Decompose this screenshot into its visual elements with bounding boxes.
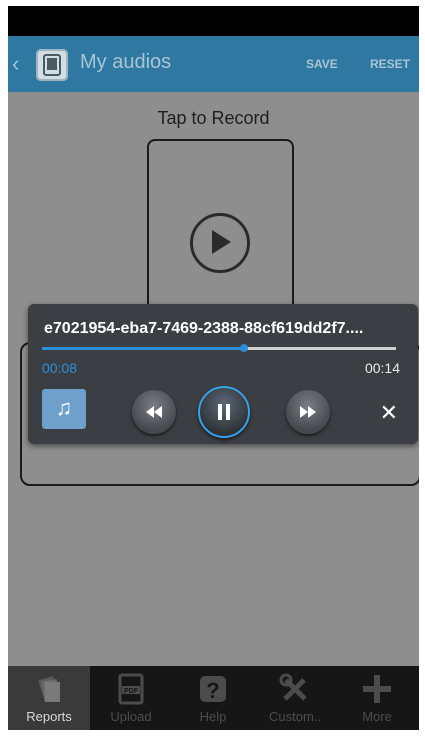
track-title: e7021954-eba7-7469-2388-88cf619dd2f7....: [44, 320, 364, 337]
tap-to-record-label: Tap to Record: [157, 108, 270, 128]
tablet-icon[interactable]: [36, 49, 68, 81]
current-time: 00:08: [42, 360, 78, 376]
music-note-button[interactable]: ♫: [42, 389, 86, 429]
seek-thumb[interactable]: [239, 344, 248, 352]
save-button[interactable]: SAVE: [306, 57, 338, 71]
tab-label: More: [362, 709, 392, 724]
tab-label: Help: [199, 709, 227, 724]
tab-custom[interactable]: Custom..: [254, 666, 336, 730]
svg-text:?: ?: [206, 678, 219, 703]
phone-screen: ‹ My audios SAVE RESET Tap to Record e70…: [8, 6, 419, 730]
pause-icon: [218, 404, 230, 420]
bottom-nav: Reports PDF Upload ? Help Custom.. More: [8, 666, 419, 730]
pause-button[interactable]: [198, 386, 250, 438]
tab-reports[interactable]: Reports: [8, 666, 90, 730]
music-note-icon: ♫: [55, 395, 73, 420]
page-title: My audios: [80, 51, 172, 73]
total-time: 00:14: [364, 360, 400, 376]
audio-player: e7021954-eba7-7469-2388-88cf619dd2f7....…: [28, 304, 418, 444]
pdf-upload-icon: PDF: [90, 672, 172, 706]
close-icon[interactable]: ✕: [380, 400, 398, 426]
tab-more[interactable]: More: [336, 666, 418, 730]
fast-forward-button[interactable]: [286, 390, 330, 434]
app-bar: ‹ My audios SAVE RESET: [8, 36, 419, 92]
tab-upload[interactable]: PDF Upload: [90, 666, 172, 730]
chevron-left-icon[interactable]: ‹: [12, 52, 26, 76]
plus-icon: [336, 672, 418, 706]
help-icon: ?: [172, 672, 254, 706]
play-circle-icon[interactable]: [190, 213, 250, 273]
rewind-icon: [146, 406, 162, 418]
fast-forward-icon: [300, 406, 316, 418]
status-bar: [8, 6, 419, 36]
seek-progress: [42, 347, 244, 350]
rewind-button[interactable]: [132, 390, 176, 434]
tools-icon: [254, 672, 336, 706]
reset-button[interactable]: RESET: [370, 57, 410, 71]
svg-text:PDF: PDF: [124, 688, 139, 695]
tab-label: Reports: [26, 709, 72, 724]
seek-bar[interactable]: [42, 344, 396, 352]
tab-label: Custom..: [268, 709, 321, 724]
tab-label: Upload: [110, 709, 152, 724]
reports-icon: [8, 672, 90, 706]
tab-help[interactable]: ? Help: [172, 666, 254, 730]
